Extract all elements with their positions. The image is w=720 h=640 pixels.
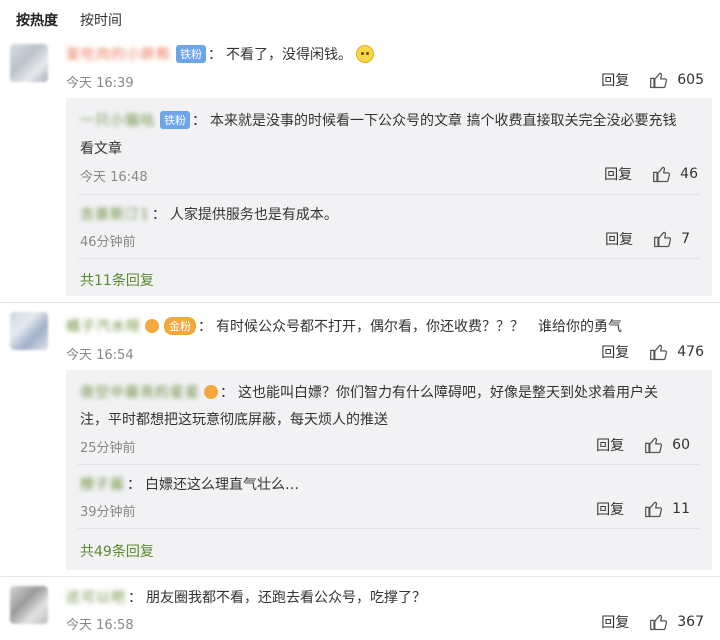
reply-button[interactable]: 回复 — [605, 229, 633, 249]
thumbs-up-icon — [650, 344, 668, 361]
reply-header: 橙子酱：白嫖还这么理直气壮么… — [80, 477, 299, 493]
reply-header: 一只小猫咕 铁粉：本来就是没事的时候看一下公众号的文章 搞个收费直接取关完全没必要… — [80, 111, 677, 129]
timestamp: 今天 16:58 — [66, 618, 134, 633]
comment-divider — [0, 576, 720, 577]
like-button[interactable]: 476 — [649, 342, 704, 362]
like-count: 60 — [672, 437, 690, 453]
thumbs-up-icon — [653, 166, 671, 183]
timestamp: 25分钟前 — [80, 441, 136, 456]
view-more-replies-link[interactable]: 共49条回复 — [80, 541, 154, 561]
dog-face-emoji-icon — [356, 45, 374, 63]
timestamp: 今天 16:39 — [66, 76, 134, 91]
like-button[interactable]: 367 — [649, 612, 704, 632]
like-button[interactable]: 11 — [644, 499, 690, 519]
reply-actions: 回复 60 — [596, 435, 690, 455]
like-count: 7 — [681, 231, 690, 247]
reply-actions: 回复 7 — [605, 229, 690, 249]
like-count: 367 — [677, 614, 704, 630]
view-more-replies-link[interactable]: 共11条回复 — [80, 270, 154, 290]
reply-button[interactable]: 回复 — [596, 499, 624, 519]
like-button[interactable]: 605 — [649, 70, 704, 90]
like-count: 476 — [677, 344, 704, 360]
flower-emoji-icon — [145, 319, 159, 333]
tab-sort-by-time[interactable]: 按时间 — [80, 10, 122, 30]
reply-button[interactable]: 回复 — [601, 612, 629, 632]
like-button[interactable]: 60 — [644, 435, 690, 455]
divider — [78, 528, 700, 529]
username[interactable]: 橙子酱 — [80, 477, 125, 493]
timestamp: 今天 16:54 — [66, 348, 134, 363]
divider — [78, 258, 700, 259]
comment-text: 不看了，没得闲钱。 — [226, 47, 352, 63]
like-count: 46 — [680, 166, 698, 182]
reply-button[interactable]: 回复 — [601, 70, 629, 90]
reply-actions: 回复 11 — [596, 499, 690, 519]
fan-badge: 铁粉 — [176, 45, 206, 63]
username[interactable]: 橘子汽水呀 — [66, 319, 141, 335]
timestamp: 39分钟前 — [80, 505, 136, 520]
thumbs-up-icon — [645, 437, 663, 454]
like-count: 605 — [677, 72, 704, 88]
reply-button[interactable]: 回复 — [596, 435, 624, 455]
divider — [78, 464, 700, 465]
username[interactable]: 一只小猫咕 — [80, 113, 155, 129]
comment-header: 爱吃肉的小胖熊 铁粉：不看了，没得闲钱。 — [66, 44, 374, 64]
comment-header: 还可以吧：朋友圈我都不看，还跑去看公众号，吃撑了？ — [66, 590, 426, 606]
reply-header: 夜空中最亮的星星：这也能叫白嫖？你们智力有什么障碍吧，好像是整天到处求着用户关 — [80, 385, 658, 401]
thumbs-up-icon — [650, 614, 668, 631]
like-button[interactable]: 46 — [652, 164, 698, 184]
reply-button[interactable]: 回复 — [604, 164, 632, 184]
like-count: 11 — [672, 501, 690, 517]
flower-emoji-icon — [204, 385, 218, 399]
comment-actions: 回复 367 — [601, 612, 704, 632]
comment-divider — [0, 302, 720, 303]
username[interactable]: 夜空中最亮的星星 — [80, 385, 200, 401]
reply-text-continued: 注，平时都想把这玩意彻底屏蔽，每天烦人的推送 — [80, 412, 388, 428]
reply-button[interactable]: 回复 — [601, 342, 629, 362]
thumbs-up-icon — [650, 72, 668, 89]
reply-text: 这也能叫白嫖？你们智力有什么障碍吧，好像是整天到处求着用户关 — [238, 385, 658, 401]
reply-actions: 回复 46 — [604, 164, 698, 184]
comment-actions: 回复 476 — [601, 342, 704, 362]
username[interactable]: 还可以吧 — [66, 590, 126, 606]
avatar[interactable] — [10, 586, 48, 624]
avatar[interactable] — [10, 44, 48, 82]
comment-actions: 回复 605 — [601, 70, 704, 90]
tab-sort-by-hot[interactable]: 按热度 — [16, 10, 58, 30]
reply-text: 人家提供服务也是有成本。 — [169, 207, 338, 223]
reply-header: 吉普斯汀1：人家提供服务也是有成本。 — [80, 207, 338, 223]
thumbs-up-icon — [645, 501, 663, 518]
like-button[interactable]: 7 — [653, 229, 690, 249]
reply-text: 本来就是没事的时候看一下公众号的文章 搞个收费直接取关完全没必要充钱 — [210, 113, 677, 129]
username[interactable]: 爱吃肉的小胖熊 — [66, 47, 171, 63]
comment-text: 有时候公众号都不打开，偶尔看，你还收费？？？ 谁给你的勇气 — [216, 319, 622, 335]
divider — [78, 194, 700, 195]
avatar[interactable] — [10, 312, 48, 350]
timestamp: 46分钟前 — [80, 235, 136, 250]
fan-badge: 铁粉 — [160, 111, 190, 129]
sort-tabs: 按热度 按时间 — [16, 10, 122, 30]
reply-text-continued: 看文章 — [80, 141, 122, 157]
thumbs-up-icon — [654, 231, 672, 248]
comment-header: 橘子汽水呀 金粉：有时候公众号都不打开，偶尔看，你还收费？？？ 谁给你的勇气 — [66, 317, 622, 335]
username[interactable]: 吉普斯汀1 — [80, 207, 150, 223]
timestamp: 今天 16:48 — [80, 170, 148, 185]
comment-text: 朋友圈我都不看，还跑去看公众号，吃撑了？ — [146, 590, 426, 606]
reply-text: 白嫖还这么理直气壮么… — [145, 477, 299, 493]
fan-badge: 金粉 — [164, 317, 196, 335]
